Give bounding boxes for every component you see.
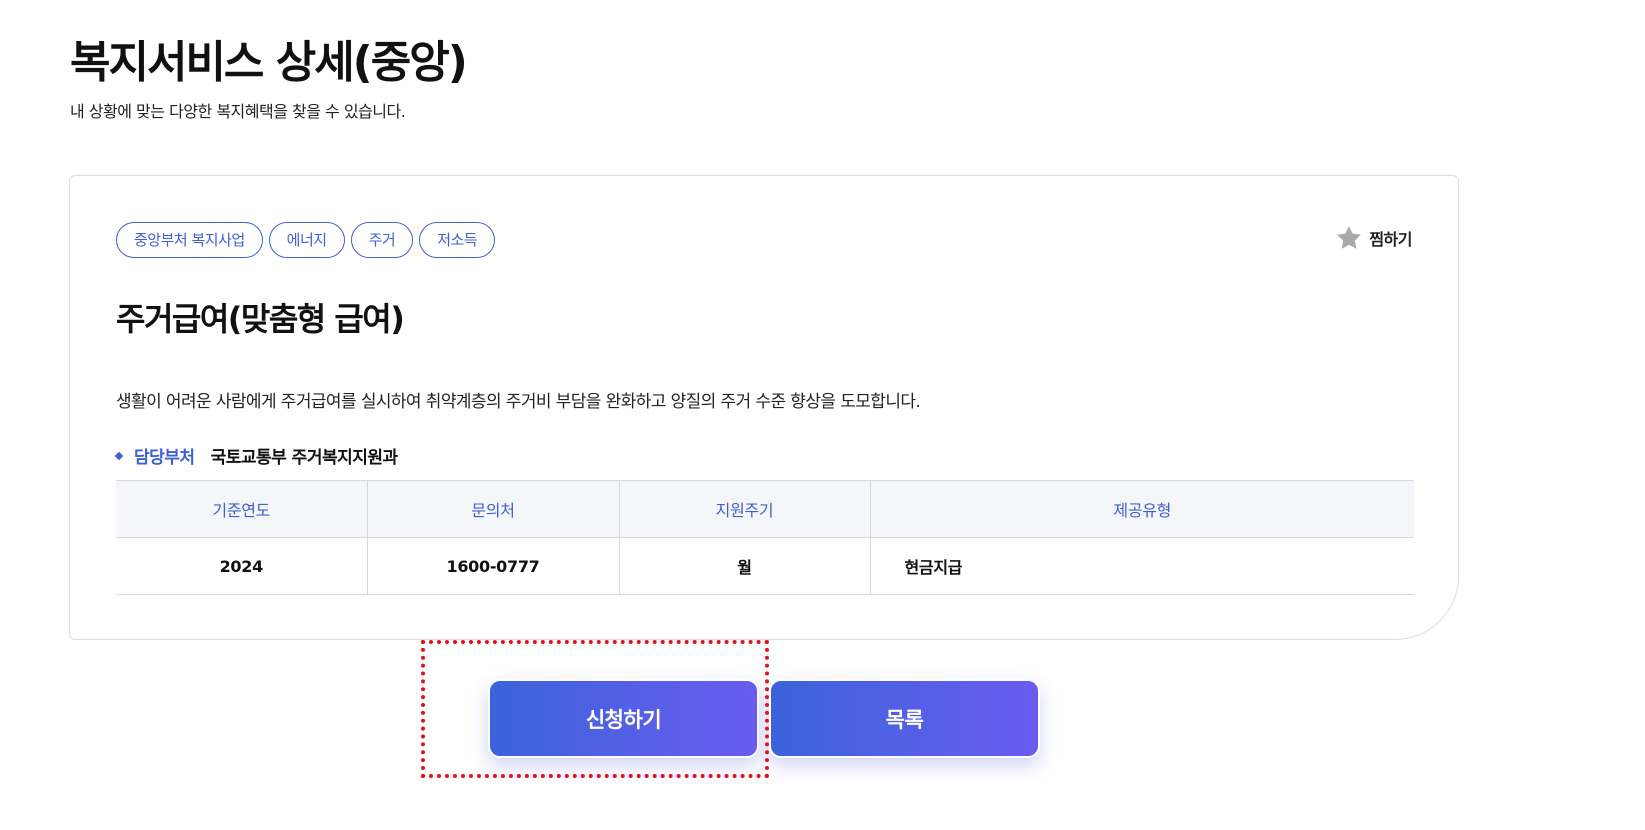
star-icon	[1337, 226, 1362, 249]
page-subtitle: 내 상황에 맞는 다양한 복지혜택을 찾을 수 있습니다.	[70, 102, 406, 121]
cell-contact: 1600-0777	[367, 537, 620, 595]
header-support-cycle: 지원주기	[619, 480, 871, 538]
tag-central-welfare[interactable]: 중앙부처 복지사업	[116, 222, 263, 258]
table-row: 2024 1600-0777 월 현금지급	[116, 537, 1414, 595]
apply-button[interactable]: 신청하기	[488, 679, 759, 758]
header-base-year: 기준연도	[116, 480, 368, 538]
cell-support-cycle: 월	[619, 537, 871, 595]
header-contact: 문의처	[367, 480, 620, 538]
cell-base-year: 2024	[116, 537, 368, 595]
tag-housing[interactable]: 주거	[350, 222, 414, 258]
list-button[interactable]: 목록	[769, 679, 1040, 758]
tag-energy[interactable]: 에너지	[268, 222, 345, 258]
tag-list: 중앙부처 복지사업 에너지 주거 저소득	[116, 222, 496, 258]
department-label: 담당부처	[134, 448, 195, 468]
department-value: 국토교통부 주거복지지원과	[210, 448, 399, 468]
diamond-bullet-icon	[114, 451, 124, 460]
department-row: 담당부처 국토교통부 주거복지지원과	[114, 443, 399, 468]
page-title: 복지서비스 상세(중앙)	[70, 37, 468, 88]
tag-low-income[interactable]: 저소득	[419, 222, 496, 258]
favorite-button[interactable]: 찜하기	[1335, 224, 1412, 252]
service-title: 주거급여(맞춤형 급여)	[116, 300, 405, 338]
service-info-table: 기준연도 문의처 지원주기 제공유형 2024 1600-0777 월 현금지급	[116, 480, 1414, 595]
header-provision-type: 제공유형	[870, 480, 1414, 538]
favorite-label: 찜하기	[1369, 230, 1412, 249]
service-description: 생활이 어려운 사람에게 주거급여를 실시하여 취약계층의 주거비 부담을 완화…	[116, 392, 921, 412]
table-header-row: 기준연도 문의처 지원주기 제공유형	[116, 480, 1414, 538]
service-detail-card: 중앙부처 복지사업 에너지 주거 저소득 찜하기 주거급여(맞춤형 급여) 생활…	[69, 175, 1459, 640]
cell-provision-type: 현금지급	[870, 537, 1414, 595]
